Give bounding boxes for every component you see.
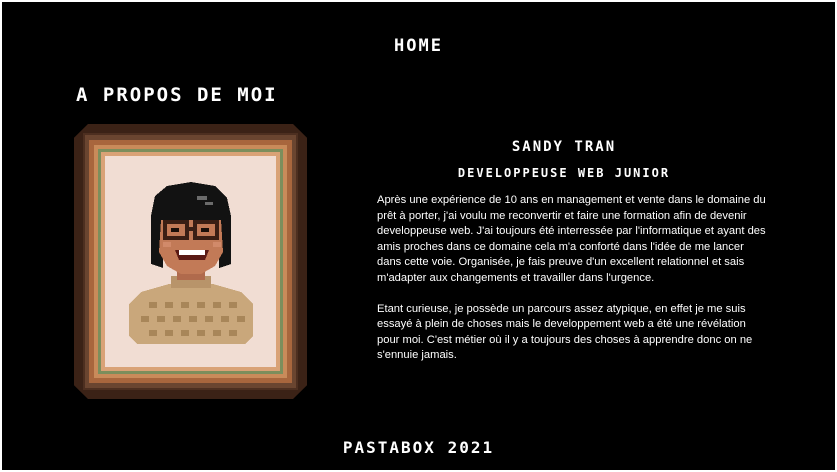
profile-role: DEVELOPPEUSE WEB JUNIOR — [457, 166, 671, 180]
page: HOME A PROPOS DE MOI SANDY TRAN DEVELOPP… — [2, 2, 835, 470]
bio-paragraph: Etant curieuse, je possède un parcours a… — [377, 302, 753, 362]
profile-name: SANDY TRAN — [511, 139, 617, 155]
pixel-avatar-illustration — [129, 182, 253, 344]
bio-paragraph: Après une expérience de 10 ans en manage… — [377, 194, 766, 284]
bio-text: Après une expérience de 10 ans en manage… — [377, 193, 769, 379]
portrait-canvas — [105, 156, 276, 367]
footer-text: PASTABOX 2021 — [342, 438, 495, 457]
section-title: A PROPOS DE MOI — [76, 84, 278, 106]
nav-home-link[interactable]: HOME — [2, 36, 835, 56]
portrait-frame — [74, 124, 307, 399]
